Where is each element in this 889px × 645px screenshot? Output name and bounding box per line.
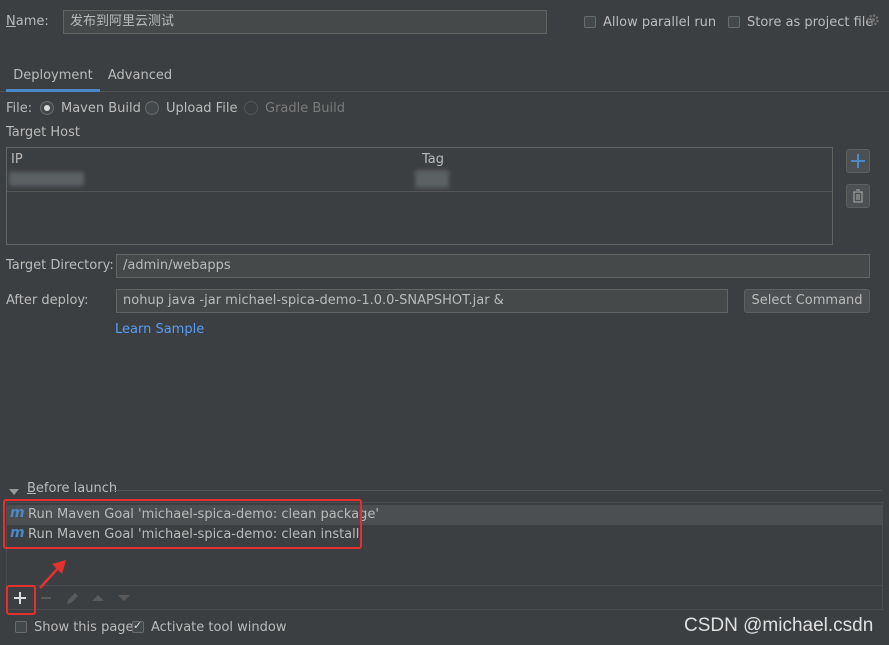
add-host-button[interactable] <box>846 149 870 173</box>
name-label: Name: <box>6 14 49 29</box>
move-down-button[interactable] <box>116 589 132 607</box>
show-this-page-checkbox[interactable] <box>15 621 27 633</box>
allow-parallel-run-checkbox[interactable] <box>584 16 596 28</box>
after-deploy-label: After deploy: <box>6 293 89 308</box>
target-host-label: Target Host <box>6 125 80 140</box>
tab-deployment-indicator <box>6 89 100 92</box>
upload-file-radio[interactable] <box>145 101 159 115</box>
file-label: File: <box>6 101 33 116</box>
gradle-build-radio[interactable] <box>244 101 258 115</box>
arrow-up-icon <box>92 595 104 601</box>
target-directory-input[interactable]: /admin/webapps <box>116 254 870 278</box>
gradle-build-label: Gradle Build <box>265 101 346 116</box>
column-header-tag[interactable]: Tag <box>422 152 444 167</box>
table-row[interactable] <box>7 170 832 190</box>
move-up-button[interactable] <box>90 589 106 607</box>
name-input[interactable]: 发布到阿里云测试 <box>63 10 547 34</box>
activate-tool-window-checkbox[interactable] <box>132 619 144 633</box>
before-launch-title[interactable]: Before launch <box>27 481 117 496</box>
list-toolbar-divider <box>7 585 882 586</box>
arrow-down-icon <box>118 595 130 601</box>
csdn-watermark: CSDN @michael.csdn <box>684 615 874 636</box>
annotation-box-add <box>6 585 36 615</box>
trash-icon <box>853 189 863 203</box>
redacted-tag <box>415 170 449 188</box>
show-this-page-label: Show this page <box>34 620 134 635</box>
maven-build-radio[interactable] <box>40 101 54 115</box>
store-as-project-file-checkbox[interactable] <box>728 16 740 28</box>
store-as-project-file-label: Store as project file <box>747 15 874 30</box>
tab-deployment[interactable]: Deployment <box>6 60 100 92</box>
plus-icon <box>851 154 865 168</box>
select-command-button[interactable]: Select Command <box>744 289 870 313</box>
activate-tool-window-label: Activate tool window <box>151 620 287 635</box>
annotation-arrow-icon <box>36 558 70 596</box>
learn-sample-link[interactable]: Learn Sample <box>115 322 204 337</box>
allow-parallel-run-label: Allow parallel run <box>603 15 717 30</box>
before-launch-separator <box>112 490 882 491</box>
tab-advanced[interactable]: Advanced <box>106 60 174 92</box>
collapse-arrow-icon[interactable] <box>9 485 19 500</box>
remove-host-button[interactable] <box>846 184 870 208</box>
upload-file-label: Upload File <box>166 101 238 116</box>
annotation-box-tasks <box>3 499 362 549</box>
target-directory-label: Target Directory: <box>6 258 114 273</box>
maven-build-label: Maven Build <box>61 101 141 116</box>
redacted-ip <box>9 172 84 186</box>
target-host-table[interactable]: IP Tag <box>6 147 833 245</box>
after-deploy-input[interactable]: nohup java -jar michael-spica-demo-1.0.0… <box>116 289 728 313</box>
table-row-divider <box>7 191 832 192</box>
gear-icon[interactable] <box>865 12 881 28</box>
column-header-ip[interactable]: IP <box>11 152 23 167</box>
